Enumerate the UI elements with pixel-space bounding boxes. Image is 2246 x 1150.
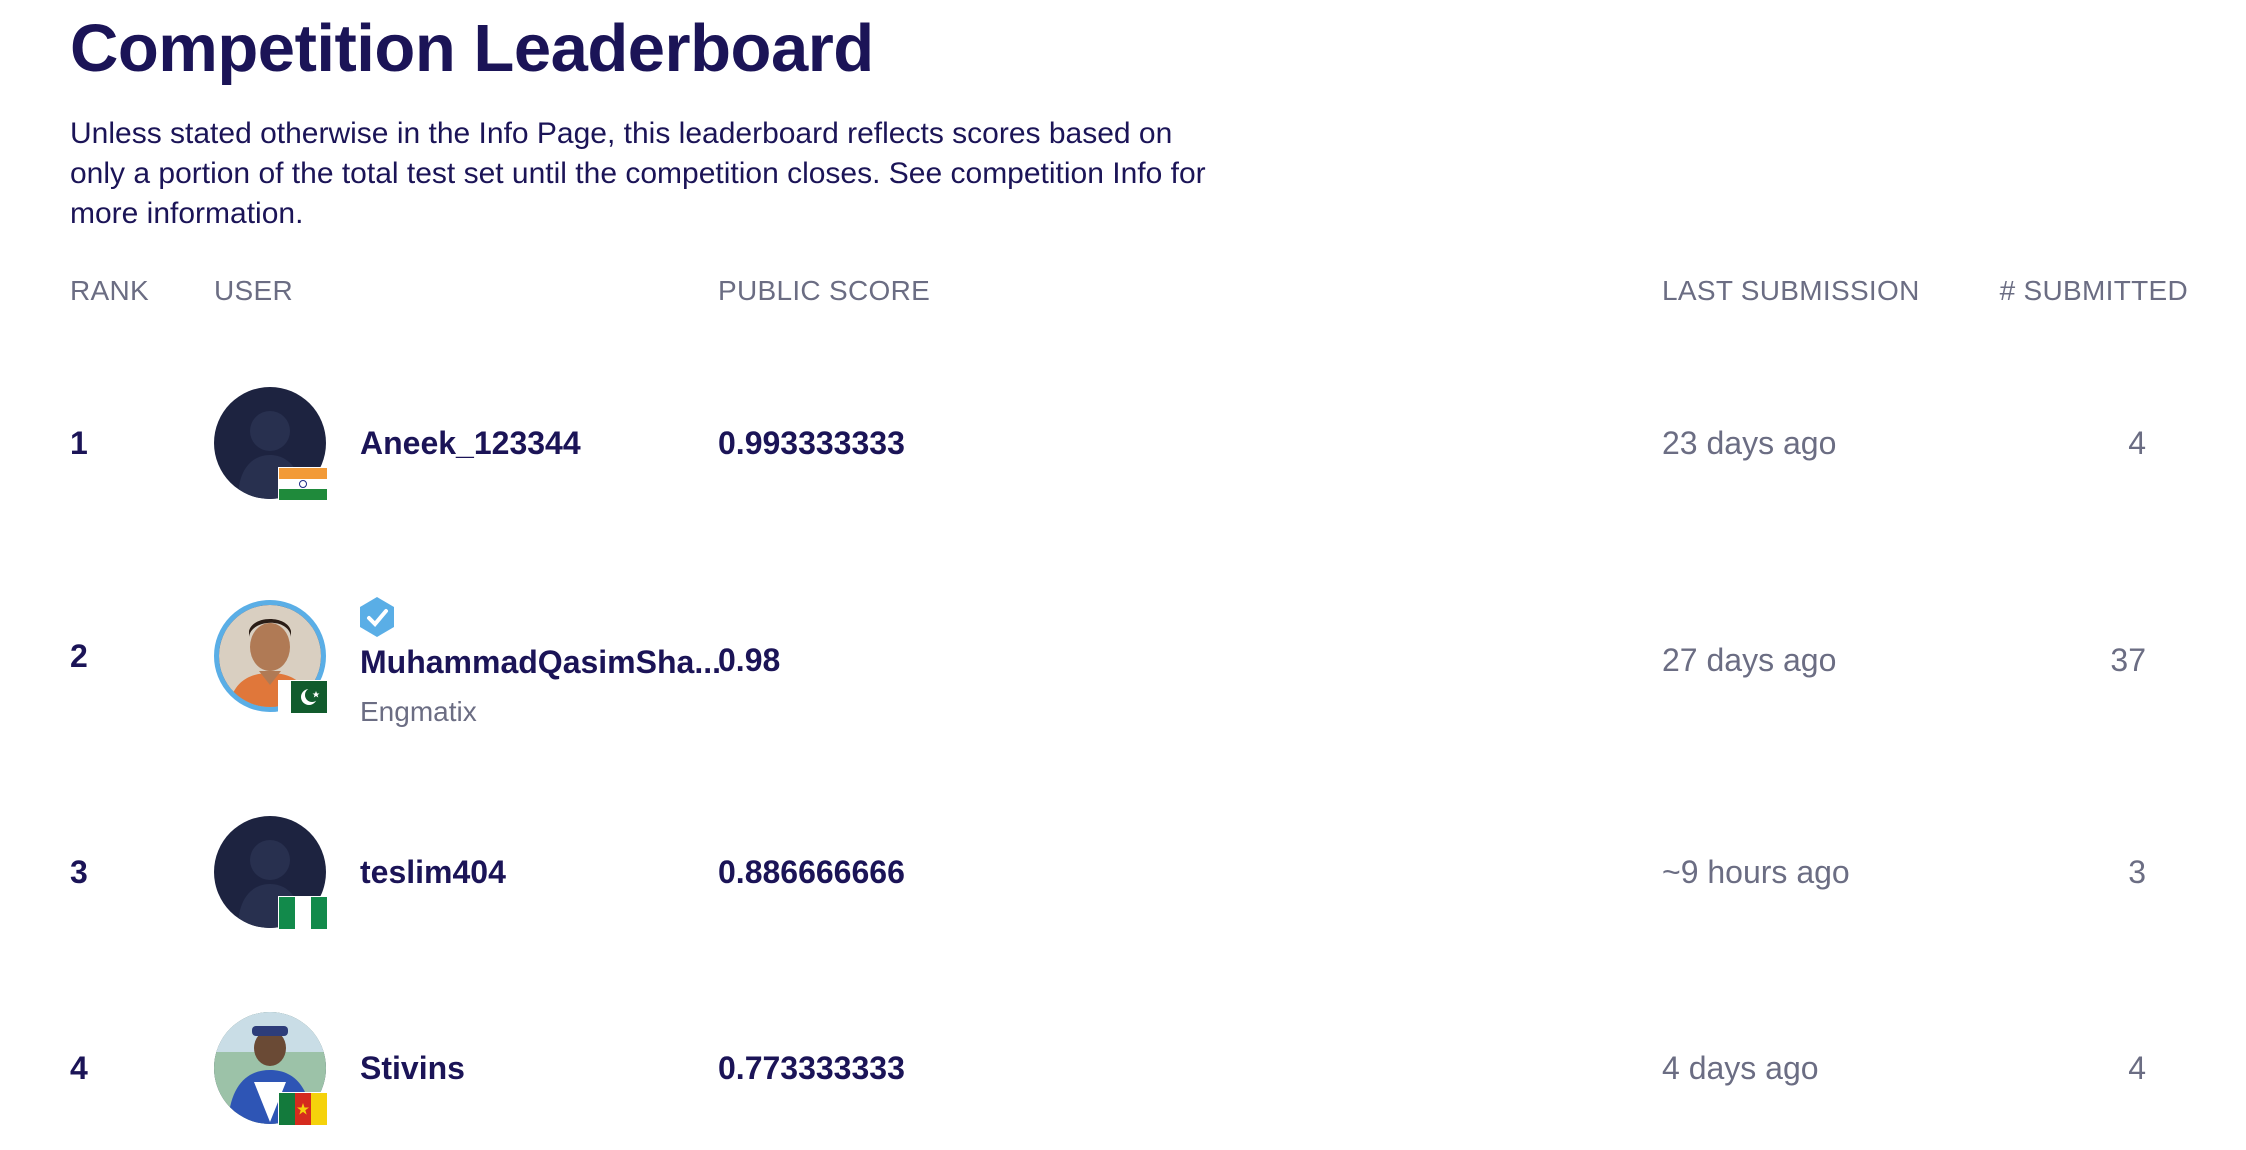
india-flag-icon: [278, 467, 328, 501]
rank-value: 4: [70, 1050, 88, 1086]
user-name-link[interactable]: MuhammadQasimSha...: [360, 644, 721, 681]
table-row: 3 teslim404 0.886666666 ~9 hours ago 3: [0, 812, 2246, 932]
column-header-submitted[interactable]: # SUBMITTED: [2000, 275, 2188, 307]
last-submission-time: 23 days ago: [1662, 425, 1837, 461]
table-row: 4 Stivins 0.773333333 4 days ago 4: [0, 1008, 2246, 1128]
page-title: Competition Leaderboard: [70, 11, 874, 86]
column-header-user[interactable]: USER: [214, 275, 293, 307]
column-header-rank[interactable]: RANK: [70, 275, 149, 307]
submission-count: 3: [2128, 854, 2146, 890]
column-header-public-score[interactable]: PUBLIC SCORE: [718, 275, 930, 307]
avatar[interactable]: [214, 1012, 330, 1128]
leaderboard-description: Unless stated otherwise in the Info Page…: [70, 117, 1206, 230]
submission-count: 4: [2128, 1050, 2146, 1086]
column-header-last-submission[interactable]: LAST SUBMISSION: [1662, 275, 1920, 307]
public-score: 0.886666666: [718, 854, 905, 890]
last-submission-time: 27 days ago: [1662, 642, 1837, 678]
user-name-link[interactable]: Stivins: [360, 1050, 465, 1087]
verified-badge-icon[interactable]: [358, 596, 396, 638]
rank-value: 1: [70, 425, 88, 461]
table-row: 1 Aneek_123344 0.993333333 23 days ago 4: [0, 385, 2246, 505]
submission-count: 37: [2110, 642, 2146, 678]
avatar[interactable]: [214, 816, 330, 932]
cameroon-flag-icon: [278, 1092, 328, 1126]
avatar[interactable]: [214, 600, 330, 716]
public-score: 0.98: [718, 642, 781, 678]
rank-value: 2: [70, 638, 88, 674]
public-score: 0.993333333: [718, 425, 905, 461]
pakistan-flag-icon: [278, 680, 328, 714]
user-name-link[interactable]: teslim404: [360, 854, 506, 891]
last-submission-time: 4 days ago: [1662, 1050, 1819, 1086]
last-submission-time: ~9 hours ago: [1662, 854, 1850, 890]
submission-count: 4: [2128, 425, 2146, 461]
rank-value: 3: [70, 854, 88, 890]
table-row: 2 MuhammadQasimSha... Engmatix 0.98 27 d…: [0, 596, 2246, 727]
team-name-link[interactable]: Engmatix: [360, 696, 477, 728]
nigeria-flag-icon: [278, 896, 328, 930]
avatar[interactable]: [214, 387, 330, 503]
user-name-link[interactable]: Aneek_123344: [360, 425, 581, 462]
public-score: 0.773333333: [718, 1050, 905, 1086]
